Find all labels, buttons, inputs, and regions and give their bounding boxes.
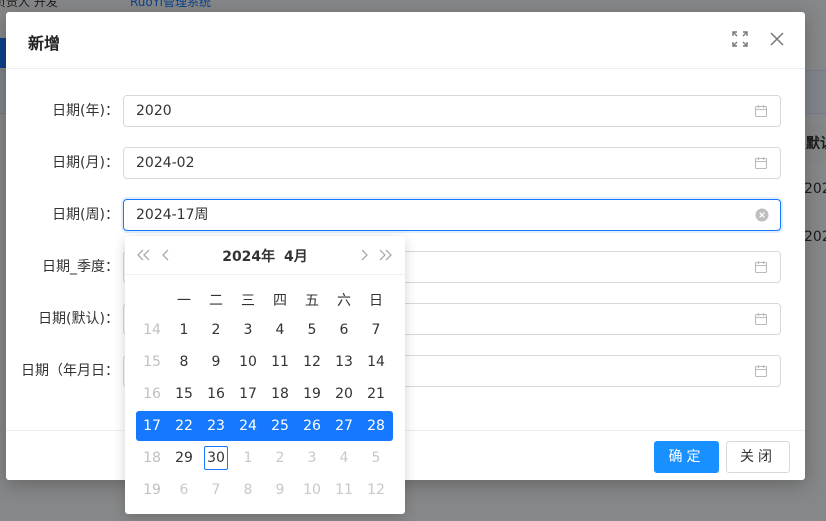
weekday-label: 四 bbox=[273, 293, 287, 309]
day-cell[interactable]: 13 bbox=[328, 347, 360, 377]
picker-header: 2024年 4月 bbox=[125, 236, 405, 275]
field-value: 2020 bbox=[136, 103, 172, 119]
day-cell[interactable]: 21 bbox=[360, 379, 392, 409]
weekday-label: 五 bbox=[305, 293, 319, 309]
picker-year[interactable]: 2024年 bbox=[222, 249, 275, 265]
day-cell[interactable]: 1 bbox=[232, 443, 264, 473]
close-button[interactable]: 关闭 bbox=[726, 441, 790, 473]
week-row[interactable]: 18 29 30 1 2 3 4 5 bbox=[136, 443, 393, 473]
day-cell[interactable]: 4 bbox=[328, 443, 360, 473]
day-cell[interactable]: 2 bbox=[264, 443, 296, 473]
close-icon[interactable] bbox=[768, 30, 786, 48]
week-number: 19 bbox=[143, 482, 161, 498]
week-row[interactable]: 15 8 9 10 11 12 13 14 bbox=[136, 347, 393, 377]
field-label-year: 日期(年)： bbox=[52, 103, 119, 119]
field-label-default: 日期(默认)： bbox=[38, 311, 119, 327]
day-cell[interactable]: 9 bbox=[200, 347, 232, 377]
day-cell[interactable]: 9 bbox=[264, 475, 296, 505]
field-label-quarter: 日期_季度： bbox=[42, 259, 119, 275]
weekday-header: 一 二 三 四 五 六 日 bbox=[136, 290, 392, 310]
week-row[interactable]: 14 1 2 3 4 5 6 7 bbox=[136, 315, 393, 345]
day-cell[interactable]: 18 bbox=[264, 379, 296, 409]
day-cell[interactable]: 2 bbox=[200, 315, 232, 345]
day-cell[interactable]: 7 bbox=[200, 475, 232, 505]
calendar-icon bbox=[754, 313, 768, 326]
week-row[interactable]: 19 6 7 8 9 10 11 12 bbox=[136, 475, 393, 505]
day-cell[interactable]: 11 bbox=[328, 475, 360, 505]
day-cell[interactable]: 25 bbox=[264, 411, 296, 441]
day-cell[interactable]: 26 bbox=[296, 411, 328, 441]
week-number: 17 bbox=[143, 418, 161, 434]
field-label-month: 日期(月)： bbox=[52, 155, 119, 171]
day-cell[interactable]: 10 bbox=[296, 475, 328, 505]
day-cell[interactable]: 23 bbox=[200, 411, 232, 441]
weekday-label: 三 bbox=[241, 293, 255, 309]
clear-icon[interactable] bbox=[755, 208, 769, 222]
day-cell[interactable]: 5 bbox=[296, 315, 328, 345]
dialog-header: 新增 bbox=[6, 12, 805, 69]
day-cell[interactable]: 29 bbox=[168, 443, 200, 473]
day-cell[interactable]: 11 bbox=[264, 347, 296, 377]
week-picker-input[interactable]: 2024-17周 bbox=[123, 199, 781, 231]
day-cell[interactable]: 1 bbox=[168, 315, 200, 345]
day-cell[interactable]: 30 bbox=[200, 443, 232, 473]
month-picker-input[interactable]: 2024-02 bbox=[123, 147, 781, 179]
day-cell[interactable]: 4 bbox=[264, 315, 296, 345]
day-cell[interactable]: 3 bbox=[296, 443, 328, 473]
week-row[interactable]: 17 22 23 24 25 26 27 28 bbox=[136, 411, 393, 441]
year-picker-input[interactable]: 2020 bbox=[123, 95, 781, 127]
day-cell[interactable]: 28 bbox=[360, 411, 392, 441]
day-cell[interactable]: 24 bbox=[232, 411, 264, 441]
field-value: 2024-02 bbox=[136, 155, 195, 171]
weekday-label: 二 bbox=[209, 293, 223, 309]
week-number: 16 bbox=[143, 386, 161, 402]
day-cell[interactable]: 8 bbox=[232, 475, 264, 505]
calendar-icon bbox=[754, 365, 768, 378]
day-cell[interactable]: 19 bbox=[296, 379, 328, 409]
day-cell[interactable]: 6 bbox=[328, 315, 360, 345]
day-cell[interactable]: 20 bbox=[328, 379, 360, 409]
weekday-label: 日 bbox=[369, 293, 383, 309]
day-cell[interactable]: 7 bbox=[360, 315, 392, 345]
day-cell[interactable]: 14 bbox=[360, 347, 392, 377]
calendar-icon bbox=[754, 105, 768, 118]
confirm-button[interactable]: 确定 bbox=[654, 441, 719, 473]
next-year-icon[interactable] bbox=[376, 246, 394, 264]
form-row-week: 日期(周)： 2024-17周 bbox=[6, 199, 805, 231]
form-row-month: 日期(月)： 2024-02 bbox=[6, 147, 805, 179]
day-cell[interactable]: 27 bbox=[328, 411, 360, 441]
day-cell[interactable]: 8 bbox=[168, 347, 200, 377]
form-row-year: 日期(年)： 2020 bbox=[6, 95, 805, 127]
calendar-icon bbox=[754, 261, 768, 274]
day-cell[interactable]: 5 bbox=[360, 443, 392, 473]
picker-month[interactable]: 4月 bbox=[284, 249, 308, 265]
fullscreen-icon[interactable] bbox=[731, 30, 749, 48]
day-cell[interactable]: 17 bbox=[232, 379, 264, 409]
day-cell[interactable]: 10 bbox=[232, 347, 264, 377]
field-label-week: 日期(周)： bbox=[52, 207, 119, 223]
day-cell[interactable]: 6 bbox=[168, 475, 200, 505]
weekday-label: 六 bbox=[337, 293, 351, 309]
week-number: 15 bbox=[143, 354, 161, 370]
day-cell[interactable]: 3 bbox=[232, 315, 264, 345]
dialog-title: 新增 bbox=[28, 34, 61, 53]
week-picker-panel: 2024年 4月 一 二 三 四 五 六 日 14 1 2 3 4 5 6 7 15 8 9 10 11… bbox=[125, 236, 405, 514]
day-cell[interactable]: 22 bbox=[168, 411, 200, 441]
day-cell[interactable]: 12 bbox=[360, 475, 392, 505]
day-cell[interactable]: 15 bbox=[168, 379, 200, 409]
field-label-ymd: 日期（年月日： bbox=[21, 363, 119, 379]
week-number: 14 bbox=[143, 322, 161, 338]
day-cell[interactable]: 12 bbox=[296, 347, 328, 377]
next-month-icon[interactable] bbox=[355, 246, 373, 264]
week-number: 18 bbox=[143, 450, 161, 466]
week-row[interactable]: 16 15 16 17 18 19 20 21 bbox=[136, 379, 393, 409]
calendar-icon bbox=[754, 157, 768, 170]
weekday-label: 一 bbox=[177, 293, 191, 309]
field-value: 2024-17周 bbox=[136, 207, 209, 223]
day-cell[interactable]: 16 bbox=[200, 379, 232, 409]
